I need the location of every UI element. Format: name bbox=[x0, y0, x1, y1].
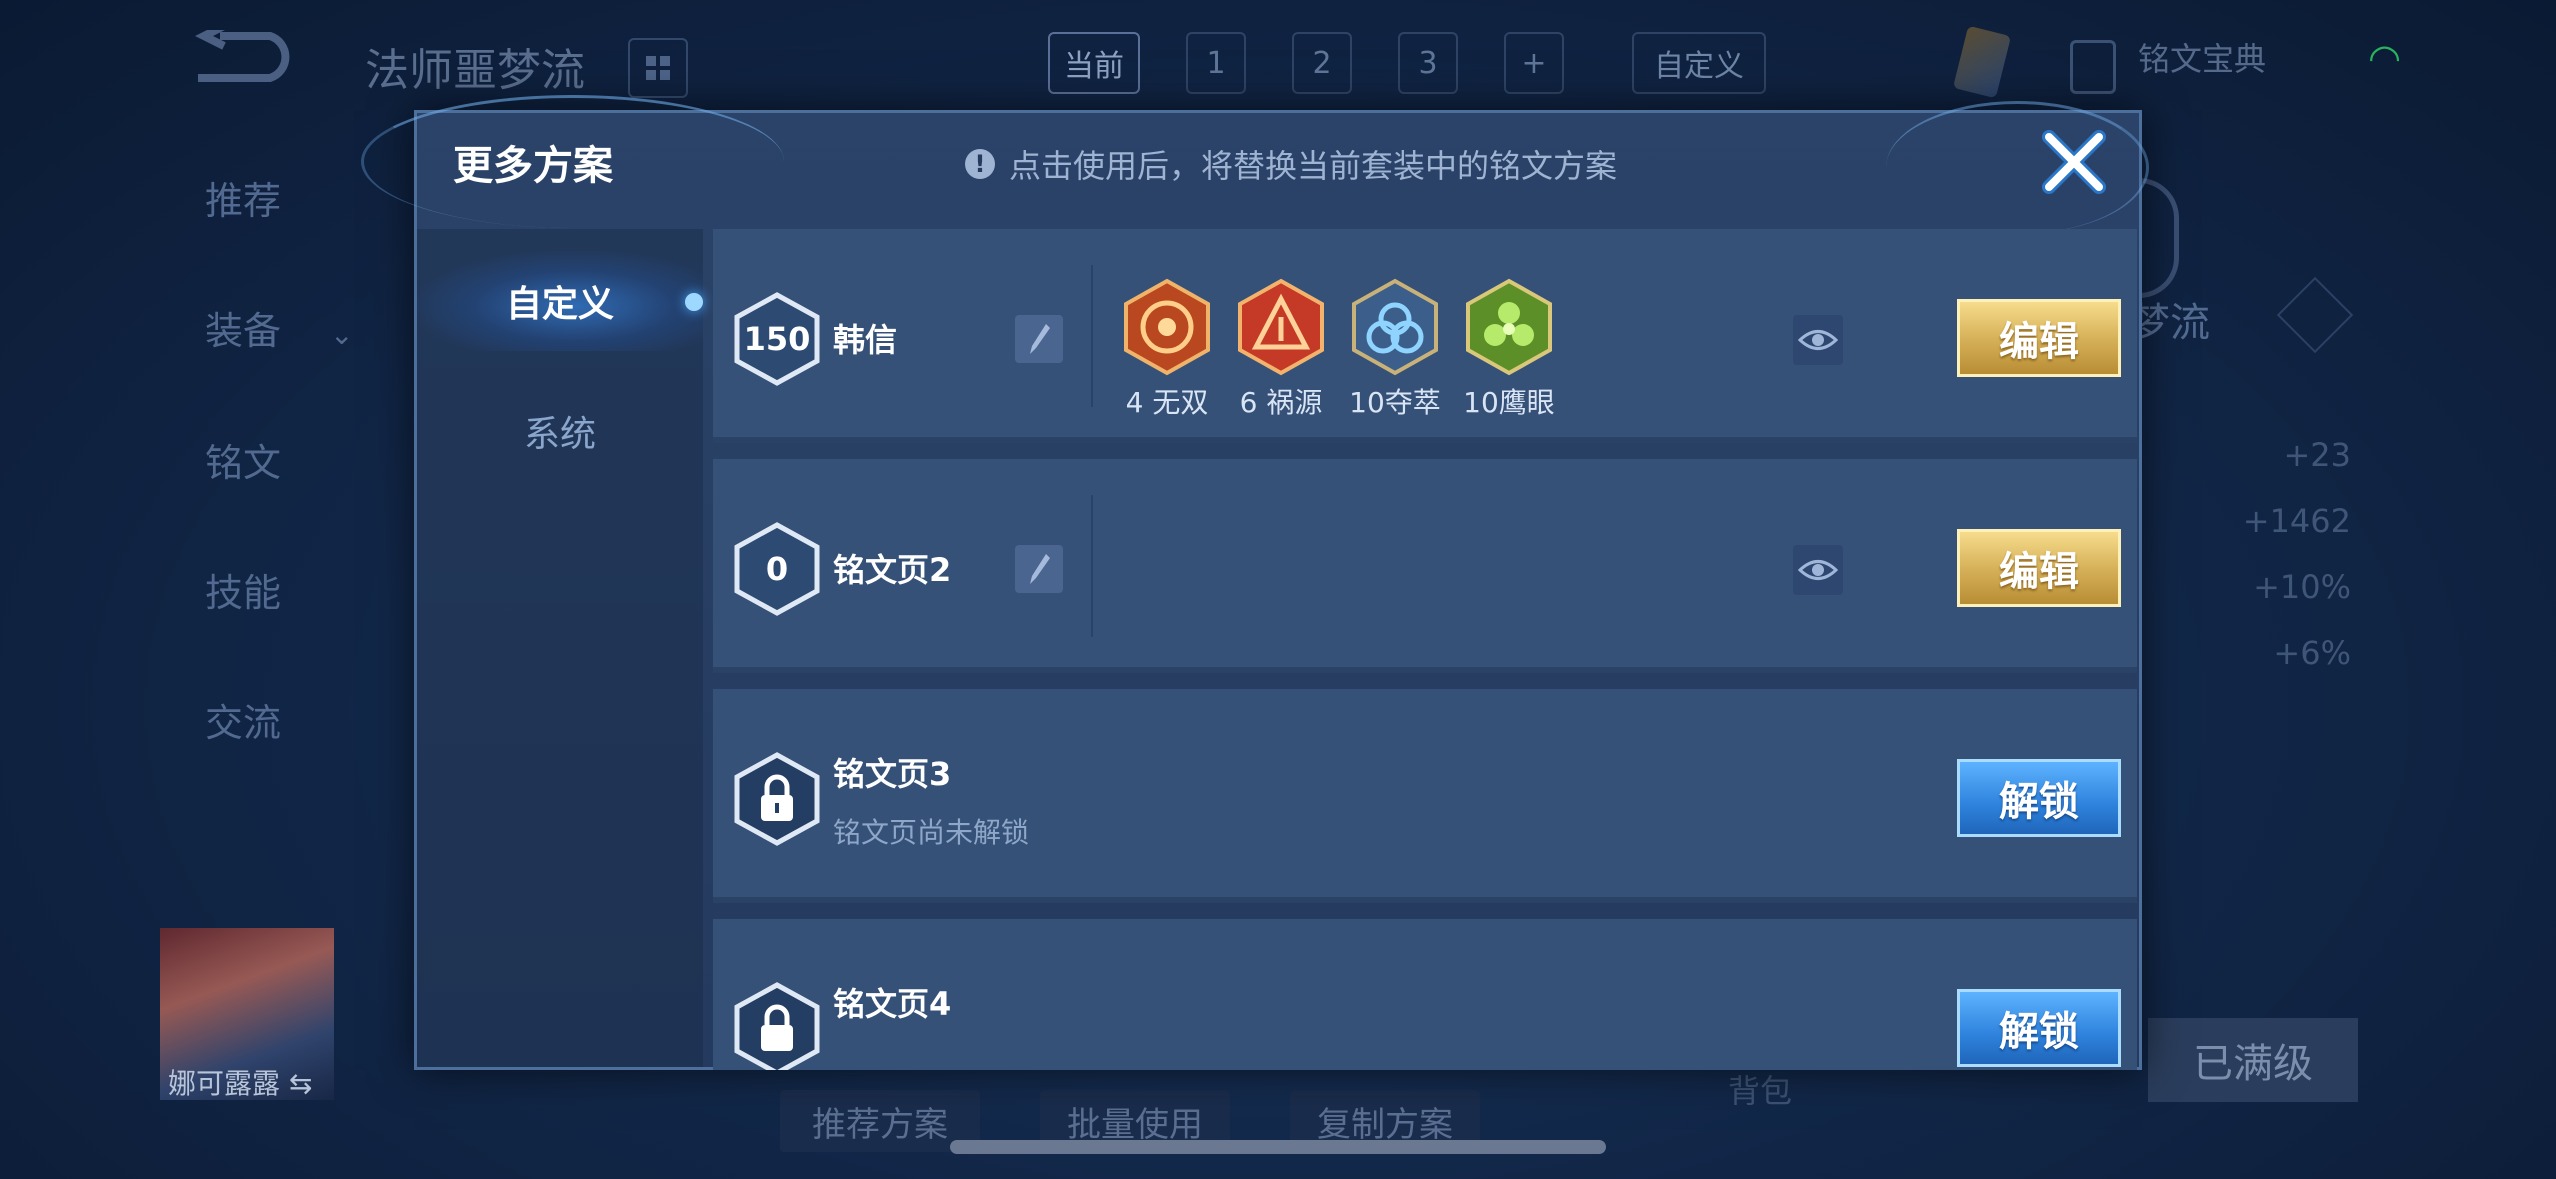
red-rune-icon bbox=[1238, 278, 1324, 376]
grid-icon-2[interactable] bbox=[2276, 276, 2354, 354]
decorative-swirl bbox=[1886, 101, 2149, 234]
chevron-down-icon: ⌄ bbox=[330, 318, 354, 351]
pen-icon bbox=[1030, 324, 1050, 354]
rune-book-label[interactable]: 铭文宝典 bbox=[2138, 34, 2266, 80]
locked-note: 铭文页尚未解锁 bbox=[833, 816, 1030, 849]
plan-list[interactable]: 150 韩信 4 无双 6 祸源 10夺萃 10鹰眼 编辑 0 铭文页2 编辑 … bbox=[713, 229, 2137, 1070]
plan-name: 铭文页4 bbox=[833, 985, 952, 1023]
divider bbox=[1091, 265, 1093, 407]
close-icon[interactable] bbox=[2039, 127, 2109, 197]
pen-icon bbox=[1030, 554, 1050, 584]
tab-3[interactable]: 3 bbox=[1398, 32, 1458, 94]
plan-row: 铭文页4 解锁 bbox=[713, 919, 2137, 1070]
max-level-button[interactable]: 已满级 bbox=[2148, 1018, 2358, 1102]
right-title: 梦流 bbox=[2130, 300, 2210, 346]
custom-tab[interactable]: 自定义 bbox=[1632, 32, 1766, 94]
blue-rune-icon bbox=[1352, 278, 1438, 376]
lock-icon bbox=[734, 982, 820, 1070]
stats-list: +23 +1462 +10% +6% bbox=[2243, 436, 2351, 700]
eye-icon bbox=[1798, 560, 1838, 580]
stat-value: +10% bbox=[2253, 568, 2351, 606]
notice-text: 点击使用后，将替换当前套装中的铭文方案 bbox=[1009, 147, 1618, 185]
plan-name: 铭文页3 bbox=[833, 755, 952, 793]
tab-2[interactable]: 2 bbox=[1292, 32, 1352, 94]
rename-button[interactable] bbox=[1015, 545, 1063, 593]
rune-yingyan[interactable]: 10鹰眼 bbox=[1461, 277, 1557, 421]
preview-button[interactable] bbox=[1793, 315, 1843, 365]
red-rune-icon bbox=[1124, 278, 1210, 376]
rune-wushuang[interactable]: 4 无双 bbox=[1119, 277, 1215, 421]
notice: ! 点击使用后，将替换当前套装中的铭文方案 bbox=[965, 141, 1617, 187]
nav-equipment[interactable]: 装备 bbox=[205, 300, 281, 355]
active-indicator bbox=[685, 293, 703, 311]
plan-row: 150 韩信 4 无双 6 祸源 10夺萃 10鹰眼 编辑 bbox=[713, 229, 2137, 443]
home-indicator[interactable] bbox=[950, 1140, 1606, 1154]
lock-icon bbox=[734, 752, 820, 846]
unlock-button[interactable]: 解锁 bbox=[1957, 989, 2121, 1067]
lock-badge bbox=[733, 981, 821, 1070]
plan-row: 铭文页3 铭文页尚未解锁 解锁 bbox=[713, 689, 2137, 903]
tab-current[interactable]: 当前 bbox=[1048, 32, 1140, 94]
tab-custom[interactable]: 自定义 bbox=[417, 251, 703, 351]
nav-skills[interactable]: 技能 bbox=[205, 562, 281, 617]
plan-category-sidebar: 自定义 系统 bbox=[417, 229, 703, 1067]
preview-button[interactable] bbox=[1793, 545, 1843, 595]
level-badge: 0 bbox=[733, 521, 821, 617]
plan-name: 铭文页2 bbox=[833, 551, 952, 589]
nav-runes[interactable]: 铭文 bbox=[205, 432, 281, 487]
grid-icon[interactable] bbox=[628, 38, 688, 98]
level-value: 0 bbox=[765, 550, 789, 588]
card-icon[interactable] bbox=[1952, 25, 2012, 99]
stat-value: +6% bbox=[2273, 634, 2351, 672]
nav-community[interactable]: 交流 bbox=[205, 692, 281, 747]
green-rune-icon bbox=[1466, 278, 1552, 376]
rune-label: 10鹰眼 bbox=[1463, 386, 1555, 419]
hero-title: 法师噩梦流 bbox=[365, 45, 585, 96]
edit-button[interactable]: 编辑 bbox=[1957, 529, 2121, 607]
plan-row: 0 铭文页2 编辑 bbox=[713, 459, 2137, 673]
tab-add[interactable]: + bbox=[1504, 32, 1564, 94]
plan-name: 韩信 bbox=[833, 321, 898, 359]
nav-recommend[interactable]: 推荐 bbox=[205, 170, 281, 225]
eye-icon bbox=[1798, 330, 1838, 350]
hero-name[interactable]: 娜可露露 ⇆ bbox=[168, 1062, 312, 1102]
unlock-button[interactable]: 解锁 bbox=[1957, 759, 2121, 837]
book-icon[interactable] bbox=[2070, 40, 2116, 94]
rune-label: 6 祸源 bbox=[1239, 386, 1323, 419]
stat-value: +1462 bbox=[2242, 502, 2351, 540]
level-badge: 150 bbox=[733, 291, 821, 387]
lock-badge bbox=[733, 751, 821, 847]
rune-huoyuan[interactable]: 6 祸源 bbox=[1233, 277, 1329, 421]
rune-set-tabs: 当前 1 2 3 + bbox=[1048, 32, 1564, 94]
close-button[interactable] bbox=[2039, 127, 2109, 197]
backpack-label[interactable]: 背包 bbox=[1728, 1066, 1792, 1112]
wifi-icon: ◠ bbox=[2368, 36, 2402, 80]
info-icon: ! bbox=[965, 149, 995, 179]
rename-button[interactable] bbox=[1015, 315, 1063, 363]
divider bbox=[1091, 495, 1093, 637]
more-plans-dialog: 更多方案 ! 点击使用后，将替换当前套装中的铭文方案 自定义 系统 150 韩信 bbox=[361, 95, 2149, 1070]
tab-1[interactable]: 1 bbox=[1186, 32, 1246, 94]
edit-button[interactable]: 编辑 bbox=[1957, 299, 2121, 377]
dialog-title: 更多方案 bbox=[453, 143, 613, 189]
level-value: 150 bbox=[743, 320, 811, 358]
rune-label: 4 无双 bbox=[1125, 386, 1209, 419]
tab-system[interactable]: 系统 bbox=[417, 381, 703, 481]
stat-value: +23 bbox=[2283, 436, 2351, 474]
rune-label: 10夺萃 bbox=[1349, 386, 1441, 419]
back-arrow-icon[interactable] bbox=[190, 30, 300, 86]
rune-duocui[interactable]: 10夺萃 bbox=[1347, 277, 1443, 421]
